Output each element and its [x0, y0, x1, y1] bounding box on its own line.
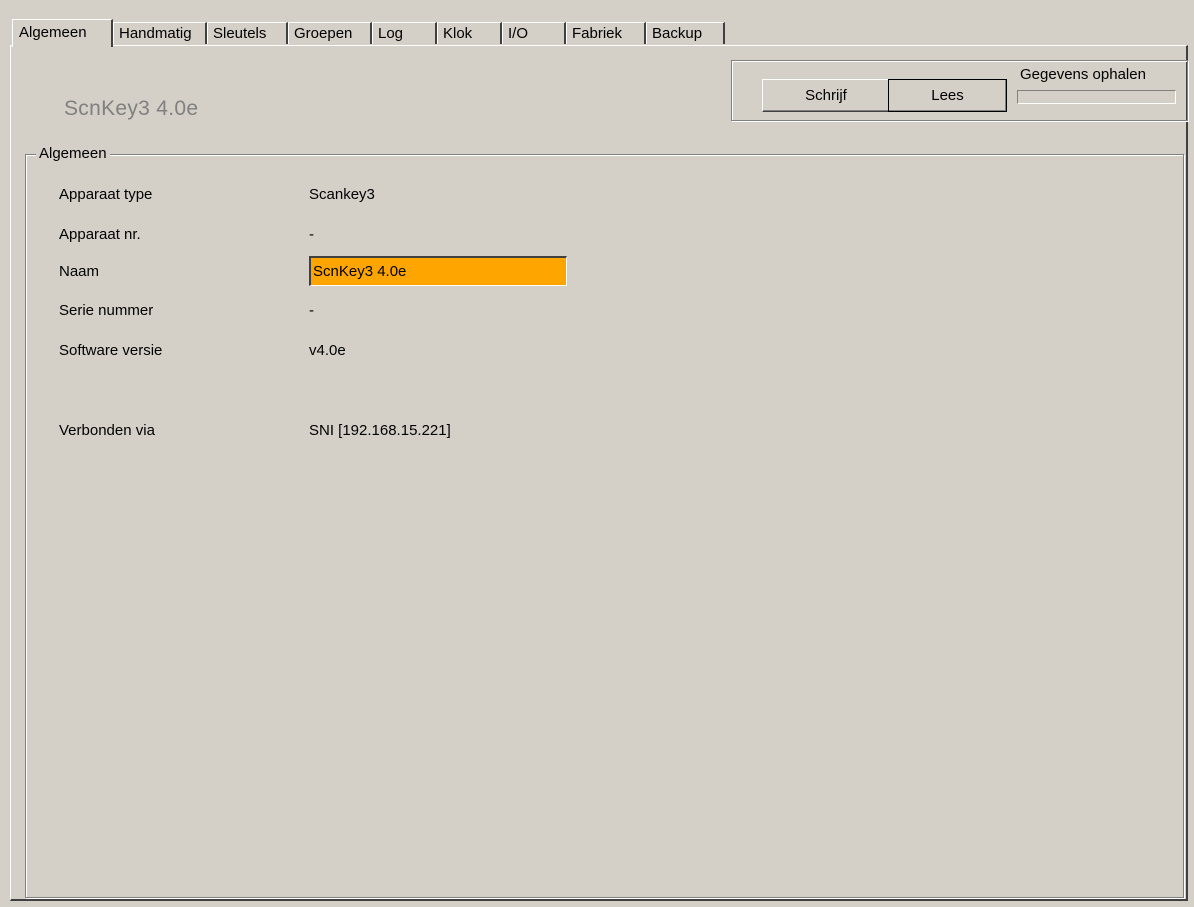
tab-label: Sleutels — [213, 25, 267, 42]
tab-label: Klok — [443, 25, 473, 42]
tab-label: I/O — [508, 25, 529, 42]
device-type-value: Scankey3 — [309, 186, 375, 203]
tab-sleutels[interactable]: Sleutels — [207, 22, 288, 44]
device-type-label: Apparaat type — [59, 186, 153, 203]
tab-log[interactable]: Log — [372, 22, 437, 44]
tab-groepen[interactable]: Groepen — [288, 22, 372, 44]
read-button[interactable]: Lees — [888, 79, 1007, 112]
device-number-value: - — [309, 226, 314, 243]
general-group-box: Algemeen Apparaat type Scankey3 Apparaat… — [25, 145, 1184, 898]
tab-label: Log — [378, 25, 404, 42]
tab-algemeen[interactable]: Algemeen — [12, 19, 113, 47]
software-version-value: v4.0e — [309, 342, 346, 359]
tab-backup[interactable]: Backup — [646, 22, 725, 44]
name-label: Naam — [59, 263, 100, 280]
serial-number-value: - — [309, 302, 314, 319]
group-title: Algemeen — [36, 145, 110, 163]
tab-handmatig[interactable]: Handmatig — [113, 22, 207, 44]
name-field[interactable] — [309, 256, 567, 286]
tab-label: Fabriek — [572, 25, 623, 42]
device-number-label: Apparaat nr. — [59, 226, 141, 243]
application-window: Algemeen Handmatig Sleutels Groepen Log … — [0, 0, 1194, 907]
connected-via-value: SNI [192.168.15.221] — [309, 422, 451, 439]
fetch-data-label: Gegevens ophalen — [1020, 66, 1146, 83]
serial-number-label: Serie nummer — [59, 302, 154, 319]
tab-label: Groepen — [294, 25, 353, 42]
write-button[interactable]: Schrijf — [762, 79, 890, 112]
read-write-panel: Schrijf Lees Gegevens ophalen — [731, 60, 1188, 121]
device-title: ScnKey3 4.0e — [64, 97, 199, 120]
tab-label: Handmatig — [119, 25, 192, 42]
tab-io[interactable]: I/O — [502, 22, 566, 44]
connected-via-label: Verbonden via — [59, 422, 155, 439]
tab-label: Backup — [652, 25, 703, 42]
software-version-label: Software versie — [59, 342, 163, 359]
tab-fabriek[interactable]: Fabriek — [566, 22, 646, 44]
fetch-progress-bar — [1017, 90, 1176, 104]
tab-page-algemeen: ScnKey3 4.0e Schrijf Lees Gegevens ophal… — [10, 45, 1188, 901]
tab-label: Algemeen — [19, 24, 87, 41]
tab-klok[interactable]: Klok — [437, 22, 502, 44]
